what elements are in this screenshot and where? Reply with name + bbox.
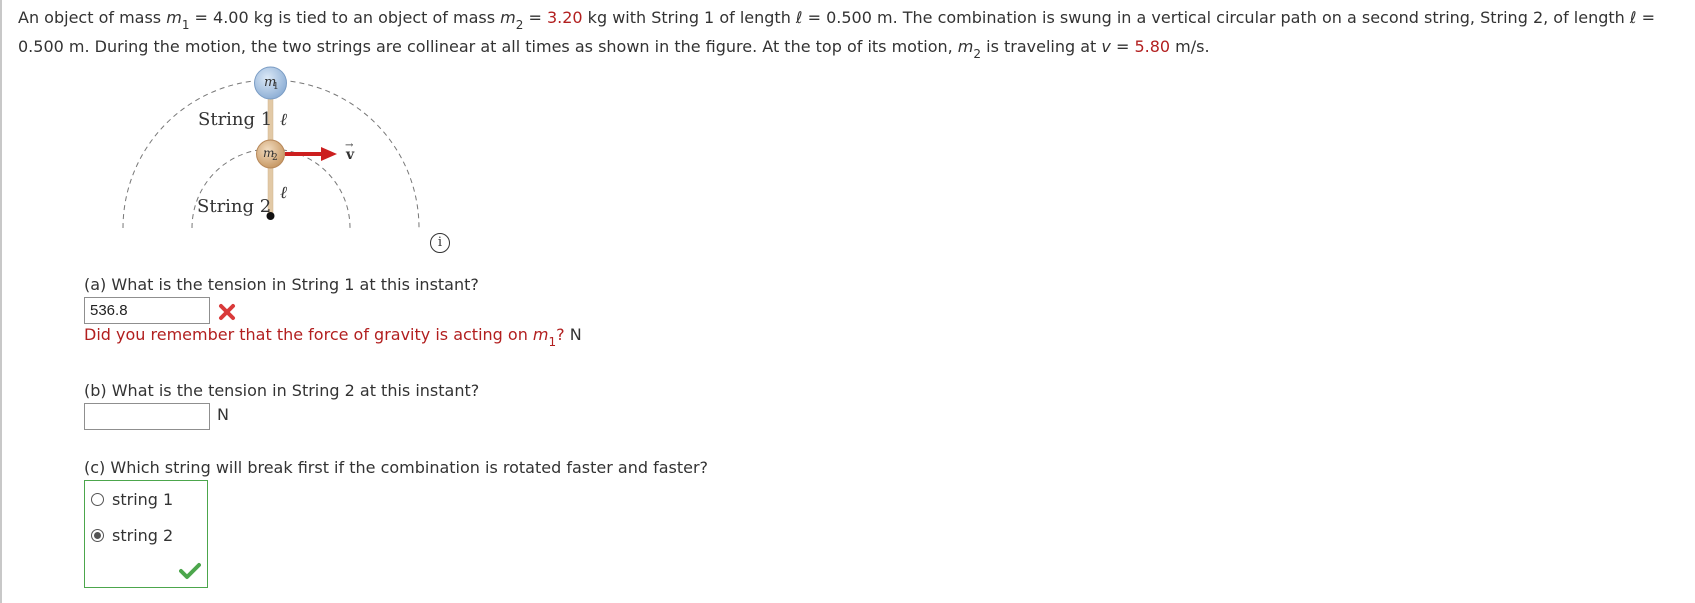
string-2-label: String 2 [197, 196, 271, 217]
correct-check-icon [179, 563, 201, 579]
string-1-label: String 1 [198, 109, 272, 130]
m1-label-sub: 1 [273, 82, 279, 92]
problem-line-1: An object of mass m1 = 4.00 kg is tied t… [18, 8, 1655, 32]
part-c-question: (c) Which string will break first if the… [84, 458, 709, 477]
figure-svg: m 1 m 2 v → String 1 ℓ ℓ String 2 [122, 66, 420, 229]
left-border [0, 0, 2, 603]
part-a-unit: N [564, 325, 582, 344]
part-b-unit: N [217, 405, 229, 424]
incorrect-x-icon [219, 304, 235, 320]
part-a-question: (a) What is the tension in String 1 at t… [84, 275, 479, 294]
radio-string-2[interactable] [91, 529, 104, 542]
ell-upper-label: ℓ [280, 110, 287, 130]
part-c-choices: string 1 string 2 [84, 480, 208, 588]
problem-statement: An object of mass m1 = 4.00 kg is tied t… [18, 3, 1695, 61]
velocity-label-arrow: → [345, 140, 354, 151]
circular-motion-figure: m 1 m 2 v → String 1 ℓ ℓ String 2 [115, 66, 475, 256]
choice-string-1[interactable]: string 1 [91, 490, 173, 512]
ell-lower-label: ℓ [280, 183, 287, 203]
m2-value: 3.20 [546, 8, 583, 27]
velocity-arrowhead [321, 147, 337, 161]
m2-label-sub: 2 [272, 153, 278, 163]
part-a-answer-input[interactable]: 536.8 [84, 297, 210, 324]
part-b-answer-input[interactable] [84, 403, 210, 430]
part-b-question: (b) What is the tension in String 2 at t… [84, 381, 480, 400]
part-a-feedback: Did you remember that the force of gravi… [84, 325, 582, 349]
velocity-value: 5.80 [1134, 37, 1171, 56]
problem-line-2: 0.500 m. During the motion, the two stri… [18, 37, 1210, 61]
radio-string-1[interactable] [91, 493, 104, 506]
choice-string-2[interactable]: string 2 [91, 526, 173, 548]
info-icon[interactable]: i [430, 233, 450, 253]
